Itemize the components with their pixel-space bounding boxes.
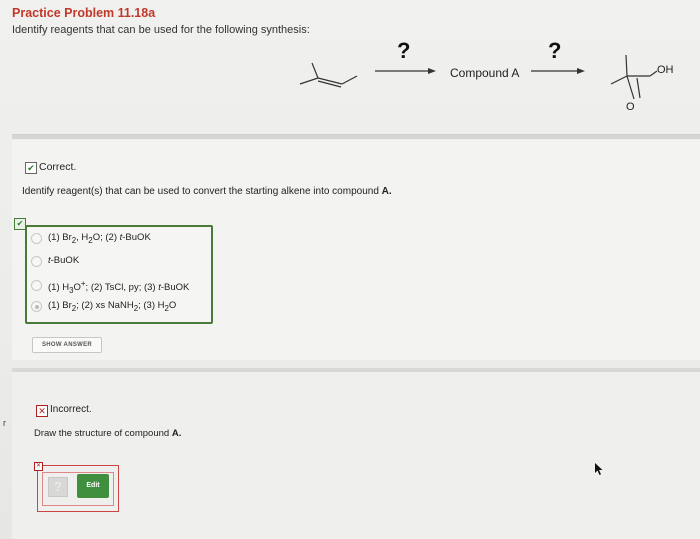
- option-label-1[interactable]: (1) Br2, H2O; (2) t-BuOK: [48, 232, 151, 245]
- widget-incorrect-icon: ✕: [34, 462, 43, 471]
- reagent-unknown-2: ?: [548, 38, 562, 63]
- help-button[interactable]: ?: [48, 477, 68, 497]
- reagent-unknown-1: ?: [397, 38, 411, 63]
- starting-alkene: [299, 62, 358, 88]
- part-2-instruction: Draw the structure of compound A.: [34, 428, 181, 439]
- reaction-arrow-2-head: [577, 68, 585, 74]
- edge-mark: r: [3, 418, 6, 428]
- part-1-instruction: Identify reagent(s) that can be used to …: [22, 186, 392, 197]
- part-1-instruction-text: Identify reagent(s) that can be used to …: [22, 186, 382, 197]
- edit-button[interactable]: Edit: [77, 474, 109, 498]
- incorrect-x-icon: ✕: [36, 405, 48, 417]
- option-label-3[interactable]: (1) H3O+; (2) TsCl, py; (3) t-BuOK: [48, 279, 189, 295]
- incorrect-status: Incorrect.: [50, 404, 92, 415]
- option-radio-4[interactable]: [31, 301, 42, 312]
- correct-status: Correct.: [39, 161, 77, 173]
- product-molecule: [610, 54, 658, 100]
- part-2-instruction-text: Draw the structure of compound: [34, 428, 172, 439]
- reaction-scheme: [299, 54, 658, 100]
- mouse-cursor-icon: [595, 463, 603, 475]
- option-radio-1[interactable]: [31, 233, 42, 244]
- option-radio-3[interactable]: [31, 280, 42, 291]
- compound-a-label: Compound A: [450, 66, 520, 80]
- part-1-instruction-bold: A.: [381, 186, 392, 197]
- show-answer-button[interactable]: SHOW ANSWER: [32, 337, 102, 353]
- section-divider: [12, 134, 700, 139]
- part-2-instruction-bold: A.: [171, 428, 182, 439]
- hydroxyl-label: OH: [657, 64, 674, 76]
- carbonyl-oxygen-label: O: [626, 101, 635, 113]
- option-label-2[interactable]: t-BuOK: [48, 255, 79, 266]
- option-label-4[interactable]: (1) Br2; (2) xs NaNH2; (3) H2O: [48, 300, 176, 313]
- correct-check-icon: ✔: [25, 162, 37, 174]
- option-radio-2[interactable]: [31, 256, 42, 267]
- part-2-panel: [12, 372, 700, 539]
- reaction-arrow-1-head: [428, 68, 436, 74]
